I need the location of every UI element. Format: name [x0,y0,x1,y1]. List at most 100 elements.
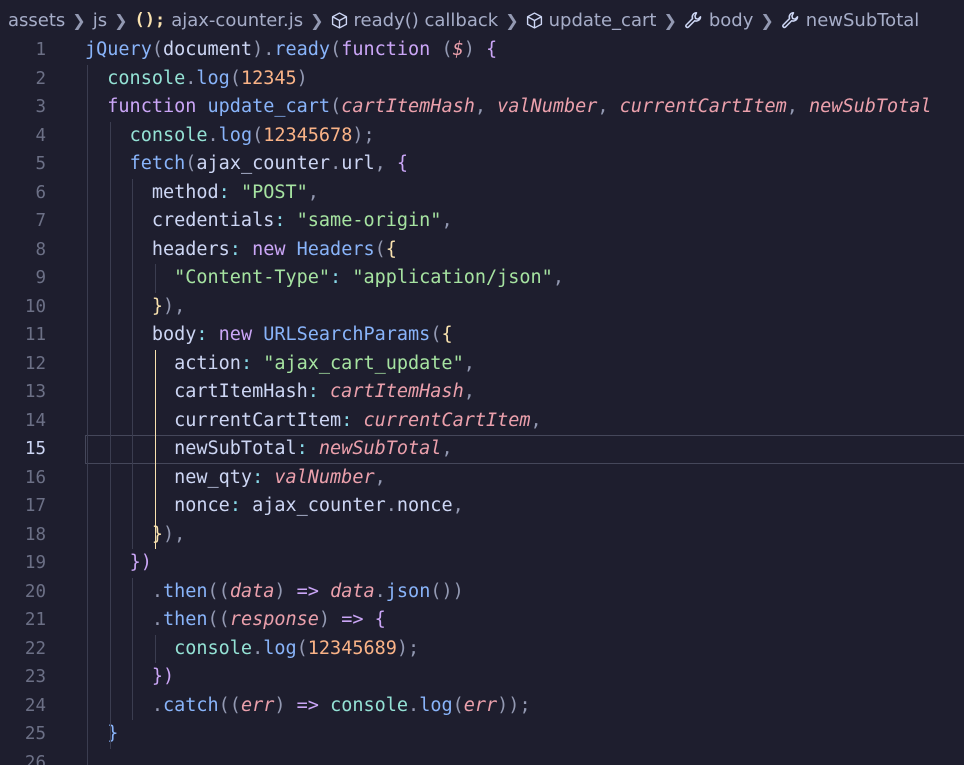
code-token: ( [374,238,386,260]
code-line[interactable]: 8 headers: new Headers({ [0,236,964,265]
code-token: document [162,39,253,60]
breadcrumb-item[interactable]: (); ajax-counter.js [135,10,304,31]
code-line[interactable]: 16 new_qty: valNumber, [0,464,964,493]
code-line[interactable]: 1 jQuery(document).ready(function ($) { [0,36,964,65]
line-number: 12 [24,353,46,374]
code-line[interactable]: 2 console.log(12345) [0,65,964,94]
code-token: } [151,523,163,545]
code-token: json [385,580,431,602]
code-token: response [229,609,319,630]
code-line[interactable]: 21 .then((response) => { [0,606,964,635]
code-line[interactable]: 12 action: "ajax_cart_update", [0,350,964,379]
code-text: credentials: "same-origin", [85,207,453,236]
chevron-right-icon: ❯ [114,10,128,30]
code-token: , [307,181,319,203]
code-line[interactable]: 5 fetch(ajax_counter.url, { [0,150,964,179]
code-line[interactable]: 24 .catch((err) => console.log(err)); [0,692,964,721]
code-line[interactable]: 15 newSubTotal: newSubTotal, [0,435,964,464]
code-token: ( [252,124,264,146]
code-token: update_cart [207,96,331,117]
breadcrumb-label: update_cart [548,9,657,31]
breadcrumb-item[interactable]: newSubTotal [781,10,919,31]
code-line[interactable]: 26 [0,749,964,765]
code-token: ) [274,580,297,602]
code-token: url [341,153,375,174]
code-token: currentCartItem [619,96,787,117]
line-number: 25 [24,724,46,744]
code-editor[interactable]: assets ❯ js ❯ (); ajax-counter.js ❯ ready() cal… [0,0,964,765]
code-line[interactable]: 25 } [0,720,964,749]
indent-guide [87,64,88,765]
line-number: 9 [35,268,46,288]
code-token: cartItemHash [341,96,475,117]
code-token: , [552,267,564,288]
active-indent-guide [154,349,156,549]
breadcrumb-item[interactable]: ready() callback [331,10,498,31]
code-line[interactable]: 3 function update_cart(cartItemHash, val… [0,93,964,122]
code-token: . [263,39,275,60]
code-line[interactable]: 20 .then((data) => data.json()) [0,578,964,607]
code-token: ( [330,96,342,117]
line-number: 24 [24,695,46,716]
code-token: ajax_counter [252,495,386,516]
code-text: action: "ajax_cart_update", [85,350,475,379]
code-line[interactable]: 6 method: "POST", [0,179,964,208]
code-text: console.log(12345678); [85,122,375,151]
code-token: newSubTotal [318,438,442,459]
code-token: (( [207,580,230,602]
code-token: valNumber [497,96,598,117]
code-token: : [307,381,331,402]
code-token: . [330,153,342,174]
code-line[interactable]: 13 cartItemHash: cartItemHash, [0,378,964,407]
code-line[interactable]: 23 }) [0,663,964,692]
code-token: ( [296,637,308,659]
code-token: (( [218,694,241,716]
code-token: valNumber [274,466,375,488]
breadcrumb-item[interactable]: update_cart [526,9,657,31]
code-token: ) [274,694,297,716]
code-text: nonce: ajax_counter.nonce, [85,492,464,521]
code-token: , [441,438,453,459]
code-line[interactable]: 10 }), [0,293,964,322]
code-line[interactable]: 14 currentCartItem: currentCartItem, [0,407,964,436]
code-token: err [463,694,498,716]
line-number: 19 [24,553,46,573]
code-text: body: new URLSearchParams({ [85,321,453,350]
code-line[interactable]: 11 body: new URLSearchParams({ [0,321,964,350]
indent-guide [132,577,134,720]
code-token: "POST" [240,181,308,203]
code-token: : [229,238,253,260]
line-number: 15 [24,439,46,459]
code-line[interactable]: 4 console.log(12345678); [0,122,964,151]
code-token: fetch [129,153,186,174]
code-token: "ajax_cart_update" [263,352,464,374]
code-line[interactable]: 19 }) [0,549,964,578]
code-token: then [162,580,208,602]
code-line[interactable]: 9 "Content-Type": "application/json", [0,264,964,293]
line-number: 22 [24,638,46,659]
code-text: function update_cart(cartItemHash, valNu… [85,93,931,122]
code-line[interactable]: 7 credentials: "same-origin", [0,207,964,236]
code-area[interactable]: 1 jQuery(document).ready(function ($) {2 … [0,36,964,765]
code-token: console [107,67,186,89]
code-line[interactable]: 18 }), [0,521,964,550]
code-line[interactable]: 22 console.log(12345689); [0,635,964,664]
breadcrumb-item[interactable]: js [93,10,107,31]
breadcrumb: assets ❯ js ❯ (); ajax-counter.js ❯ ready() cal… [0,0,964,40]
code-line[interactable]: 17 nonce: ajax_counter.nonce, [0,492,964,521]
breadcrumb-item[interactable]: body [684,10,753,31]
breadcrumb-item[interactable]: assets [8,10,65,31]
code-token: { [441,324,453,345]
